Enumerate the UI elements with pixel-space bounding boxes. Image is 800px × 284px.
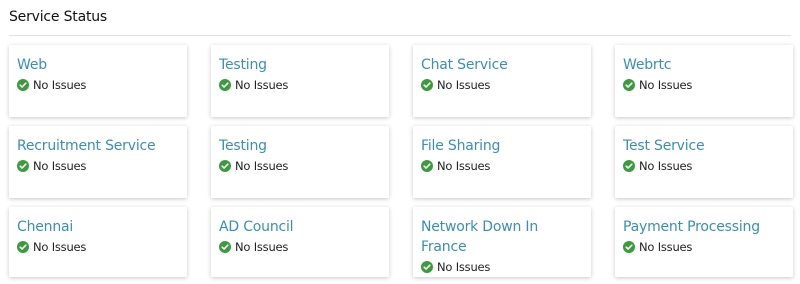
service-card[interactable]: Webrtc No Issues <box>615 45 793 117</box>
service-name[interactable]: AD Council <box>219 217 381 237</box>
check-circle-icon <box>219 241 231 253</box>
service-name[interactable]: Testing <box>219 136 381 156</box>
service-status: No Issues <box>623 157 785 175</box>
service-card[interactable]: Testing No Issues <box>211 45 389 117</box>
status-text: No Issues <box>33 240 87 254</box>
service-name[interactable]: Chennai <box>17 217 179 237</box>
service-card[interactable]: AD Council No Issues <box>211 207 389 277</box>
service-status: No Issues <box>17 157 179 175</box>
status-text: No Issues <box>437 78 491 92</box>
service-status: No Issues <box>421 76 583 94</box>
service-status: No Issues <box>421 157 583 175</box>
check-circle-icon <box>17 241 29 253</box>
check-circle-icon <box>623 79 635 91</box>
check-circle-icon <box>17 160 29 172</box>
service-card[interactable]: Web No Issues <box>9 45 187 117</box>
service-status: No Issues <box>219 76 381 94</box>
check-circle-icon <box>421 160 433 172</box>
service-name[interactable]: Network Down In France <box>421 217 583 257</box>
service-card[interactable]: Testing No Issues <box>211 126 389 198</box>
service-name[interactable]: File Sharing <box>421 136 583 156</box>
service-card[interactable]: Network Down In France No Issues <box>413 207 591 277</box>
service-card[interactable]: Chat Service No Issues <box>413 45 591 117</box>
status-text: No Issues <box>235 240 289 254</box>
status-text: No Issues <box>639 240 693 254</box>
service-card[interactable]: Payment Processing No Issues <box>615 207 793 277</box>
service-name[interactable]: Web <box>17 55 179 75</box>
section-divider <box>9 35 791 36</box>
service-name[interactable]: Testing <box>219 55 381 75</box>
service-status: No Issues <box>421 258 583 276</box>
service-status: No Issues <box>219 157 381 175</box>
check-circle-icon <box>219 160 231 172</box>
service-card[interactable]: Test Service No Issues <box>615 126 793 198</box>
check-circle-icon <box>219 79 231 91</box>
status-text: No Issues <box>33 78 87 92</box>
service-name[interactable]: Chat Service <box>421 55 583 75</box>
service-name[interactable]: Payment Processing <box>623 217 785 237</box>
check-circle-icon <box>421 79 433 91</box>
service-status: No Issues <box>623 76 785 94</box>
service-status: No Issues <box>219 238 381 256</box>
service-name[interactable]: Recruitment Service <box>17 136 179 156</box>
status-text: No Issues <box>437 260 491 274</box>
status-text: No Issues <box>235 78 289 92</box>
section-title: Service Status <box>9 9 108 25</box>
status-text: No Issues <box>33 159 87 173</box>
status-text: No Issues <box>639 78 693 92</box>
service-status: No Issues <box>17 238 179 256</box>
service-name[interactable]: Test Service <box>623 136 785 156</box>
check-circle-icon <box>623 160 635 172</box>
service-card[interactable]: Chennai No Issues <box>9 207 187 277</box>
service-name[interactable]: Webrtc <box>623 55 785 75</box>
service-grid: Web No Issues Testing No Issues Chat Ser… <box>9 45 793 277</box>
check-circle-icon <box>17 79 29 91</box>
check-circle-icon <box>421 261 433 273</box>
service-status: No Issues <box>17 76 179 94</box>
service-status: No Issues <box>623 238 785 256</box>
check-circle-icon <box>623 241 635 253</box>
status-text: No Issues <box>437 159 491 173</box>
service-card[interactable]: File Sharing No Issues <box>413 126 591 198</box>
service-card[interactable]: Recruitment Service No Issues <box>9 126 187 198</box>
status-text: No Issues <box>235 159 289 173</box>
status-text: No Issues <box>639 159 693 173</box>
